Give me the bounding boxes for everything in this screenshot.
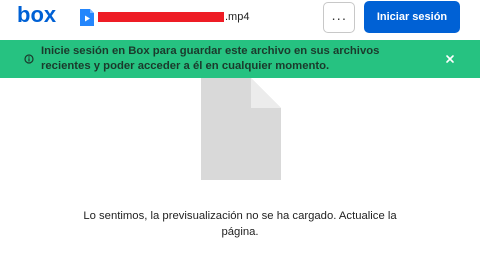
login-banner: Inicie sesión en Box para guardar este a…: [0, 40, 480, 78]
info-circle-icon: [24, 54, 34, 64]
preview-error-message: Lo sentimos, la previsualización no se h…: [83, 210, 397, 238]
file-name: .mp4: [98, 8, 249, 26]
banner-message: Inicie sesión en Box para guardar este a…: [41, 45, 380, 72]
close-icon[interactable]: [444, 53, 456, 65]
more-options-button[interactable]: ···: [323, 2, 355, 33]
svg-text:box: box: [17, 2, 57, 27]
file-extension: .mp4: [225, 11, 250, 23]
header: box .mp4 ··· Iniciar sesión: [0, 0, 480, 36]
document-placeholder-icon: [201, 78, 281, 180]
video-file-icon: [80, 9, 94, 26]
login-button[interactable]: Iniciar sesión: [364, 1, 460, 33]
redacted-file-name: [98, 12, 224, 22]
box-logo[interactable]: box: [17, 2, 57, 28]
